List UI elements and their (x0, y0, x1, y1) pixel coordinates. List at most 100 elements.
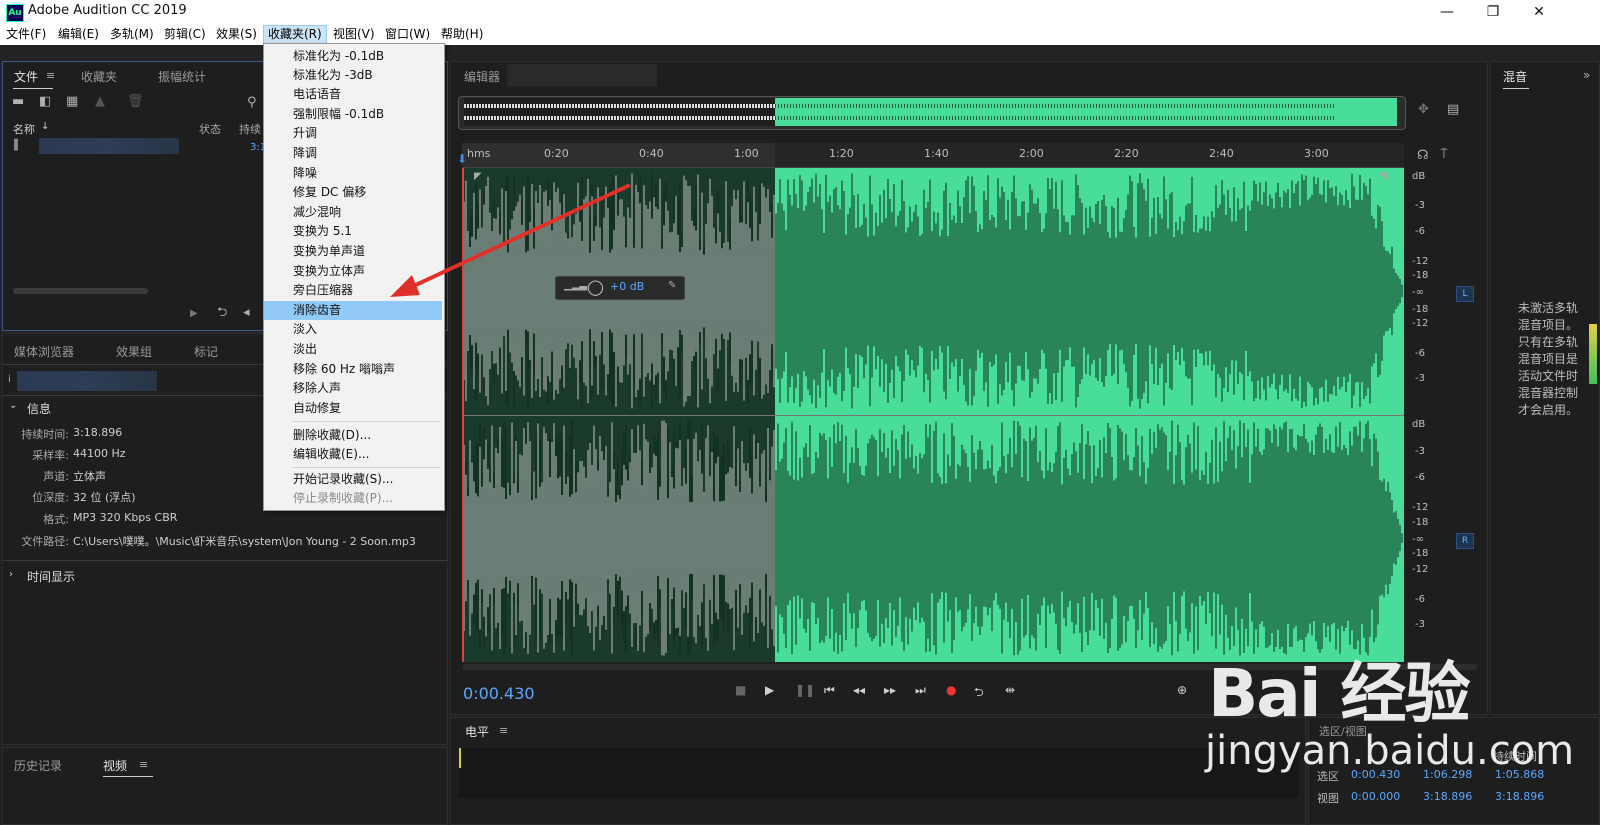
menu-item-fade-in[interactable]: 淡入 (264, 320, 442, 339)
tab-media-browser[interactable]: 媒体浏览器 (14, 343, 74, 360)
chevron-right-icon[interactable]: › (9, 569, 13, 580)
panel-menu-icon[interactable]: ≡ (499, 724, 508, 738)
fade-out-handle-icon[interactable]: ◥ (1379, 171, 1387, 182)
search-icon[interactable]: ⚲ (247, 96, 257, 110)
rewind-icon[interactable]: ◂◂ (853, 683, 865, 697)
menu-item-raise-pitch[interactable]: 升调 (264, 124, 442, 143)
menu-file[interactable]: 文件(F) (2, 26, 50, 43)
panel-menu-icon[interactable]: ≡ (139, 758, 148, 772)
tab-history[interactable]: 历史记录 (14, 757, 62, 774)
tab-amplitude-stats[interactable]: 振幅统计 (158, 68, 206, 85)
playhead-icon[interactable]: ⬇ (457, 152, 467, 166)
menu-item-hard-limit[interactable]: 强制限幅 -0.1dB (264, 105, 442, 124)
menu-window[interactable]: 窗口(W) (381, 26, 434, 43)
ruler-label: 3:00 (1304, 147, 1329, 160)
bitdepth-value: 32 位 (浮点) (73, 491, 136, 504)
menu-item-remove-hum[interactable]: 移除 60 Hz 嗡嗡声 (264, 360, 442, 379)
ruler-label: 1:00 (734, 147, 759, 160)
loop-preview-icon[interactable]: ⮌ (217, 306, 227, 320)
channel-divider (462, 415, 1404, 416)
close-icon[interactable]: ✕ (1516, 0, 1562, 24)
headphones-icon[interactable]: ☊ (1417, 149, 1429, 163)
ruler-label: 2:20 (1114, 147, 1139, 160)
db-label: -18 (1412, 304, 1429, 315)
tab-video[interactable]: 视频 (103, 757, 127, 774)
sort-arrow-icon: ↓ (41, 121, 50, 132)
menu-item-auto-heal[interactable]: 自动修复 (264, 399, 442, 418)
info-section-title[interactable]: 信息 (27, 400, 51, 417)
chevron-down-icon[interactable]: ⌄ (9, 400, 17, 411)
menu-multitrack[interactable]: 多轨(M) (106, 26, 158, 43)
skip-selection-icon[interactable]: ⇹ (1005, 683, 1015, 697)
tab-markers[interactable]: 标记 (194, 343, 218, 360)
loop-icon[interactable]: ⮌ (974, 683, 984, 704)
record-icon[interactable]: ● (946, 683, 956, 697)
ruler-label: hms (467, 147, 491, 160)
panel-menu-icon[interactable]: ≡ (46, 69, 55, 83)
maximize-icon[interactable]: ❐ (1470, 0, 1516, 24)
col-duration[interactable]: 持续 (239, 121, 261, 137)
play-preview-icon[interactable]: ▶ (190, 307, 198, 321)
open-folder-icon[interactable]: ▬ (12, 95, 24, 109)
tab-editor[interactable]: 编辑器 (464, 68, 500, 85)
stop-icon[interactable]: ■ (735, 683, 746, 697)
level-meter-bar (459, 748, 461, 768)
fast-forward-icon[interactable]: ▸▸ (884, 683, 896, 697)
col-name[interactable]: 名称 (13, 121, 35, 137)
menu-item-edit-favorite[interactable]: 编辑收藏(E)... (264, 445, 442, 464)
menu-favorites[interactable]: 收藏夹(R) (263, 25, 327, 44)
menu-clip[interactable]: 剪辑(C) (160, 26, 210, 43)
menu-item-normalize-3db[interactable]: 标准化为 -3dB (264, 66, 442, 85)
menu-item-normalize-01db[interactable]: 标准化为 -0.1dB (264, 47, 442, 66)
menu-help[interactable]: 帮助(H) (437, 26, 487, 43)
menu-item-delete-favorite[interactable]: 删除收藏(D)... (264, 426, 442, 445)
tab-levels[interactable]: 电平 (465, 723, 489, 740)
view-duration[interactable]: 3:18.896 (1495, 790, 1544, 803)
menu-bar: 文件(F) 编辑(E) 多轨(M) 剪辑(C) 效果(S) 收藏夹(R) 视图(… (0, 24, 1600, 45)
tab-mixer[interactable]: 混音 (1503, 68, 1527, 85)
zoom-in-amplitude-icon[interactable]: ⊕ (1177, 683, 1187, 697)
play-icon[interactable]: ▶ (765, 683, 774, 697)
menu-item-telephone[interactable]: 电话语音 (264, 85, 442, 104)
editor-file-name (507, 64, 657, 86)
hud-pin-icon[interactable]: ✎ (668, 280, 676, 291)
pause-icon[interactable]: ❚❚ (795, 683, 815, 697)
time-display-section[interactable]: 时间显示 (27, 568, 75, 585)
channel-left-toggle[interactable]: L (1456, 286, 1474, 302)
db-label: dB (1412, 419, 1426, 430)
col-status[interactable]: 状态 (199, 121, 221, 137)
active-tab-underline (1503, 88, 1529, 89)
menu-effects[interactable]: 效果(S) (212, 26, 261, 43)
overview-waveform-visible (775, 104, 1335, 120)
menu-item-lower-pitch[interactable]: 降调 (264, 144, 442, 163)
menu-view[interactable]: 视图(V) (329, 26, 379, 43)
spectral-toggle-icon[interactable]: ▤ (1447, 103, 1459, 117)
ruler-label: 2:00 (1019, 147, 1044, 160)
view-start[interactable]: 0:00.000 (1351, 790, 1400, 803)
expand-panel-icon[interactable]: » (1583, 68, 1590, 82)
channel-right-toggle[interactable]: R (1456, 533, 1474, 549)
menu-edit[interactable]: 编辑(E) (54, 26, 103, 43)
files-scrollbar[interactable] (13, 288, 148, 294)
level-meter (459, 748, 1299, 798)
levels-panel: 电平 ≡ (450, 717, 1306, 825)
pin-icon[interactable]: ⍑ (1440, 148, 1448, 162)
view-end[interactable]: 3:18.896 (1423, 790, 1472, 803)
tab-effects-rack[interactable]: 效果组 (116, 343, 152, 360)
current-time-display[interactable]: 0:00.430 (463, 684, 535, 703)
menu-item-start-recording-favorite[interactable]: 开始记录收藏(S)... (264, 470, 442, 489)
tab-favorites[interactable]: 收藏夹 (81, 68, 117, 85)
import-icon[interactable]: ◧ (39, 95, 51, 109)
menu-item-fade-out[interactable]: 淡出 (264, 340, 442, 359)
tab-files[interactable]: 文件 (14, 68, 38, 85)
skip-start-icon[interactable]: ⏮ (824, 683, 835, 698)
db-label: -12 (1412, 256, 1429, 267)
file-row-name[interactable] (39, 138, 179, 154)
db-label: -3 (1415, 619, 1425, 630)
zoom-nav-icon[interactable]: ✥ (1418, 103, 1429, 117)
new-file-icon[interactable]: ▦ (66, 95, 78, 109)
menu-item-remove-vocals[interactable]: 移除人声 (264, 379, 442, 398)
autoplay-icon[interactable]: ◂ (243, 306, 250, 320)
skip-end-icon[interactable]: ⏭ (915, 683, 926, 698)
minimize-icon[interactable]: — (1424, 0, 1470, 24)
